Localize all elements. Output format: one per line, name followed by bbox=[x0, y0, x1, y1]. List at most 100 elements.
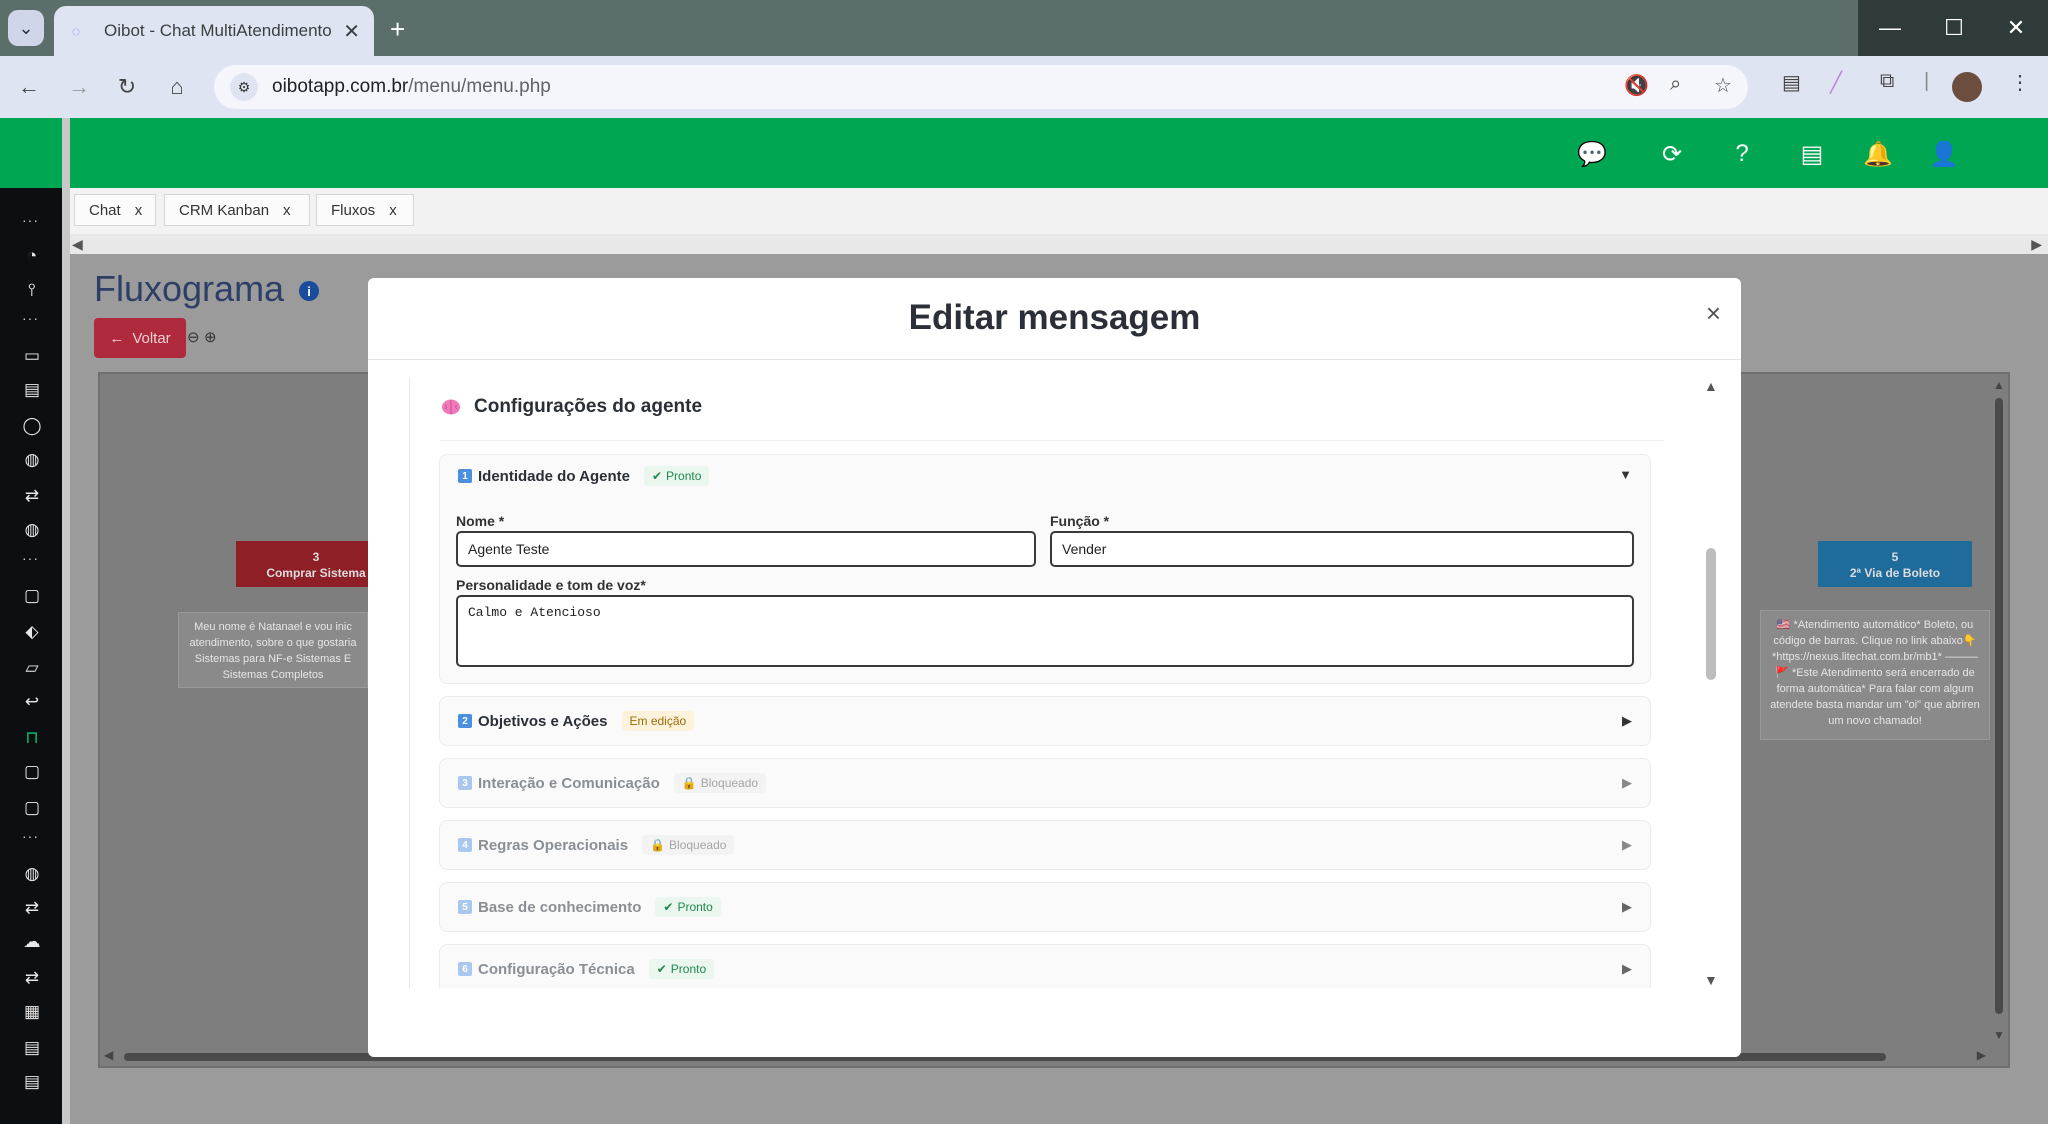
sidebar-separator-dots: ··· bbox=[22, 310, 39, 326]
tag-icon[interactable]: ⬖ bbox=[18, 618, 46, 646]
card-interacao-comunicacao[interactable]: 3 Interação e Comunicação 🔒 Bloqueado ▶ bbox=[439, 758, 1651, 808]
expand-caret-icon[interactable]: ▶ bbox=[1622, 961, 1632, 977]
expand-caret-icon[interactable]: ▶ bbox=[1622, 899, 1632, 915]
flow-note-left[interactable]: Meu nome é Natanael e vou inic atendimen… bbox=[178, 612, 368, 688]
transfer-icon[interactable]: ⇄ bbox=[18, 964, 46, 992]
expand-caret-icon[interactable]: ▶ bbox=[1622, 837, 1632, 853]
close-tab-icon[interactable]: ✕ bbox=[343, 19, 360, 44]
close-app-tab-icon[interactable]: x bbox=[283, 202, 291, 219]
scroll-left-arrow[interactable]: ◀ bbox=[104, 1048, 113, 1062]
expand-caret-icon[interactable]: ▶ bbox=[1622, 713, 1632, 729]
step-number-badge: 1 bbox=[458, 469, 472, 483]
users-group-icon[interactable]: ◍ bbox=[18, 446, 46, 474]
dashboard-gauge-icon[interactable]: ◔ bbox=[18, 242, 46, 270]
flow-note-right[interactable]: 🇺🇸 *Atendimento automático* Boleto, ou c… bbox=[1760, 610, 1990, 740]
extensions-icon[interactable]: ⧉ bbox=[1880, 70, 1894, 93]
scroll-right-arrow[interactable]: ▶ bbox=[2031, 236, 2042, 253]
scroll-right-arrow[interactable]: ▶ bbox=[1977, 1048, 1986, 1062]
browser-toolbar: ← → ↻ ⌂ ⚙ oibotapp.com.br/menu/menu.php … bbox=[0, 56, 2048, 118]
close-modal-button[interactable]: × bbox=[1706, 298, 1721, 329]
report-alt-icon[interactable]: ▤ bbox=[18, 1068, 46, 1096]
close-window-button[interactable]: ✕ bbox=[1984, 0, 2048, 56]
app-tab-chat[interactable]: Chat x bbox=[74, 194, 156, 226]
users-settings-icon[interactable]: ◍ bbox=[18, 516, 46, 544]
canvas-vertical-scrollbar[interactable]: ▲ ▼ bbox=[1989, 378, 2009, 1042]
refresh-icon[interactable]: ⟳ bbox=[1656, 138, 1688, 170]
personalidade-textarea[interactable]: Calmo e Atencioso bbox=[456, 595, 1634, 667]
info-icon[interactable]: i bbox=[299, 281, 319, 301]
card-configuracao-tecnica[interactable]: 6 Configuração Técnica ✔ Pronto ▶ bbox=[439, 944, 1651, 988]
app-tab-crm-kanban[interactable]: CRM Kanban x bbox=[164, 194, 310, 226]
zoom-in-icon[interactable]: ⊕ bbox=[204, 328, 217, 346]
card-regras-operacionais[interactable]: 4 Regras Operacionais 🔒 Bloqueado ▶ bbox=[439, 820, 1651, 870]
back-button[interactable]: ← Voltar bbox=[94, 318, 186, 358]
expand-caret-icon[interactable]: ▶ bbox=[1622, 775, 1632, 791]
scrollbar-thumb[interactable] bbox=[1995, 398, 2003, 1014]
modal-scroll-area[interactable]: Configurações do agente 1 Identidade do … bbox=[409, 378, 1678, 988]
reload-icon[interactable]: ↻ bbox=[110, 70, 144, 104]
scroll-up-arrow[interactable]: ▲ bbox=[1993, 378, 2005, 392]
nome-input[interactable] bbox=[456, 531, 1036, 567]
message-alt-icon[interactable]: ▢ bbox=[18, 794, 46, 822]
bookmark-star-icon[interactable]: ☆ bbox=[1714, 73, 1732, 98]
bookmark-icon-active[interactable]: ⊓ bbox=[18, 724, 46, 752]
sidebar-separator-dots: ··· bbox=[22, 212, 39, 228]
modal-scrollbar[interactable]: ▲ ▼ bbox=[1699, 378, 1723, 988]
minimize-button[interactable]: — bbox=[1858, 0, 1922, 56]
card-header[interactable]: 1 Identidade do Agente ✔ Pronto bbox=[458, 466, 710, 486]
maximize-button[interactable]: ☐ bbox=[1922, 0, 1986, 56]
help-icon[interactable]: ? bbox=[1726, 138, 1758, 170]
cloud-icon[interactable]: ☁ bbox=[18, 928, 46, 956]
scroll-down-arrow[interactable]: ▼ bbox=[1704, 972, 1718, 988]
zoom-icon[interactable]: ⌕ bbox=[1670, 73, 1681, 96]
card-base-conhecimento[interactable]: 5 Base de conhecimento ✔ Pronto ▶ bbox=[439, 882, 1651, 932]
step-number-badge: 4 bbox=[458, 838, 472, 852]
scroll-left-arrow[interactable]: ◀ bbox=[72, 236, 83, 253]
sync-icon[interactable]: ⇄ bbox=[18, 894, 46, 922]
chat-bubbles-icon[interactable]: 💬 bbox=[1576, 138, 1608, 170]
folder-icon[interactable]: ▱ bbox=[18, 654, 46, 682]
tab-search-button[interactable]: ⌄ bbox=[8, 10, 44, 46]
zoom-out-icon[interactable]: ⊖ bbox=[187, 328, 200, 346]
scrollbar-thumb[interactable] bbox=[1706, 548, 1716, 680]
sitemap-icon[interactable]: ⫯ bbox=[18, 276, 46, 304]
user-account-icon[interactable]: 👤 bbox=[1928, 138, 1960, 170]
users-icon[interactable]: ◍ bbox=[18, 860, 46, 888]
scroll-up-arrow[interactable]: ▲ bbox=[1704, 378, 1718, 394]
card-objetivos-acoes[interactable]: 2 Objetivos e Ações Em edição ▶ bbox=[439, 696, 1651, 746]
top-scrollbar[interactable]: ◀ ▶ bbox=[70, 234, 2048, 254]
app-tab-fluxos[interactable]: Fluxos x bbox=[316, 194, 414, 226]
report-icon[interactable]: ▤ bbox=[18, 1034, 46, 1062]
collapse-caret-icon[interactable]: ▼ bbox=[1619, 467, 1632, 482]
messages-icon[interactable]: ▤ bbox=[1796, 138, 1828, 170]
tab-search-icon[interactable]: ▤ bbox=[1782, 70, 1801, 95]
reply-icon[interactable]: ↩ bbox=[18, 688, 46, 716]
sidebar-separator-dots: ··· bbox=[22, 550, 39, 566]
app-sidebar: ··· ◔ ⫯ ··· ▭ ▤ ◯ ◍ ⇄ ◍ ··· ▢ ⬖ ▱ ↩ ⊓ ▢ … bbox=[0, 188, 62, 1124]
flow-node-2-via-boleto[interactable]: 5 2ª Via de Boleto bbox=[1818, 541, 1972, 587]
exchange-icon[interactable]: ⇄ bbox=[18, 482, 46, 510]
address-bar[interactable]: ⚙ oibotapp.com.br/menu/menu.php 🔇 ⌕ ☆ bbox=[214, 65, 1748, 109]
profile-avatar[interactable] bbox=[1952, 72, 1982, 102]
scroll-down-arrow[interactable]: ▼ bbox=[1993, 1028, 2005, 1042]
back-arrow-icon[interactable]: ← bbox=[12, 70, 46, 104]
browser-tab-active[interactable]: ◌ Oibot - Chat MultiAtendimento ✕ bbox=[54, 6, 374, 56]
chat-box-icon[interactable]: ▢ bbox=[18, 582, 46, 610]
bell-icon[interactable]: 🔔 bbox=[1862, 138, 1894, 170]
document-list-icon[interactable]: ▤ bbox=[18, 376, 46, 404]
user-icon[interactable]: ◯ bbox=[18, 412, 46, 440]
new-tab-button[interactable]: + bbox=[390, 14, 405, 45]
message-icon[interactable]: ▢ bbox=[18, 758, 46, 786]
browser-menu-icon[interactable]: ⋮ bbox=[2010, 70, 2030, 95]
pen-extension-icon[interactable]: ╱ bbox=[1830, 70, 1842, 95]
funcao-input[interactable] bbox=[1050, 531, 1634, 567]
calendar-icon[interactable]: ▦ bbox=[18, 998, 46, 1026]
mute-site-icon[interactable]: 🔇 bbox=[1624, 73, 1649, 98]
close-app-tab-icon[interactable]: x bbox=[135, 202, 143, 219]
forward-arrow-icon[interactable]: → bbox=[62, 70, 96, 104]
funcao-label: Função * bbox=[1050, 513, 1110, 529]
home-icon[interactable]: ⌂ bbox=[160, 70, 194, 104]
id-card-icon[interactable]: ▭ bbox=[18, 342, 46, 370]
site-info-icon[interactable]: ⚙ bbox=[230, 73, 258, 101]
close-app-tab-icon[interactable]: x bbox=[389, 202, 397, 219]
